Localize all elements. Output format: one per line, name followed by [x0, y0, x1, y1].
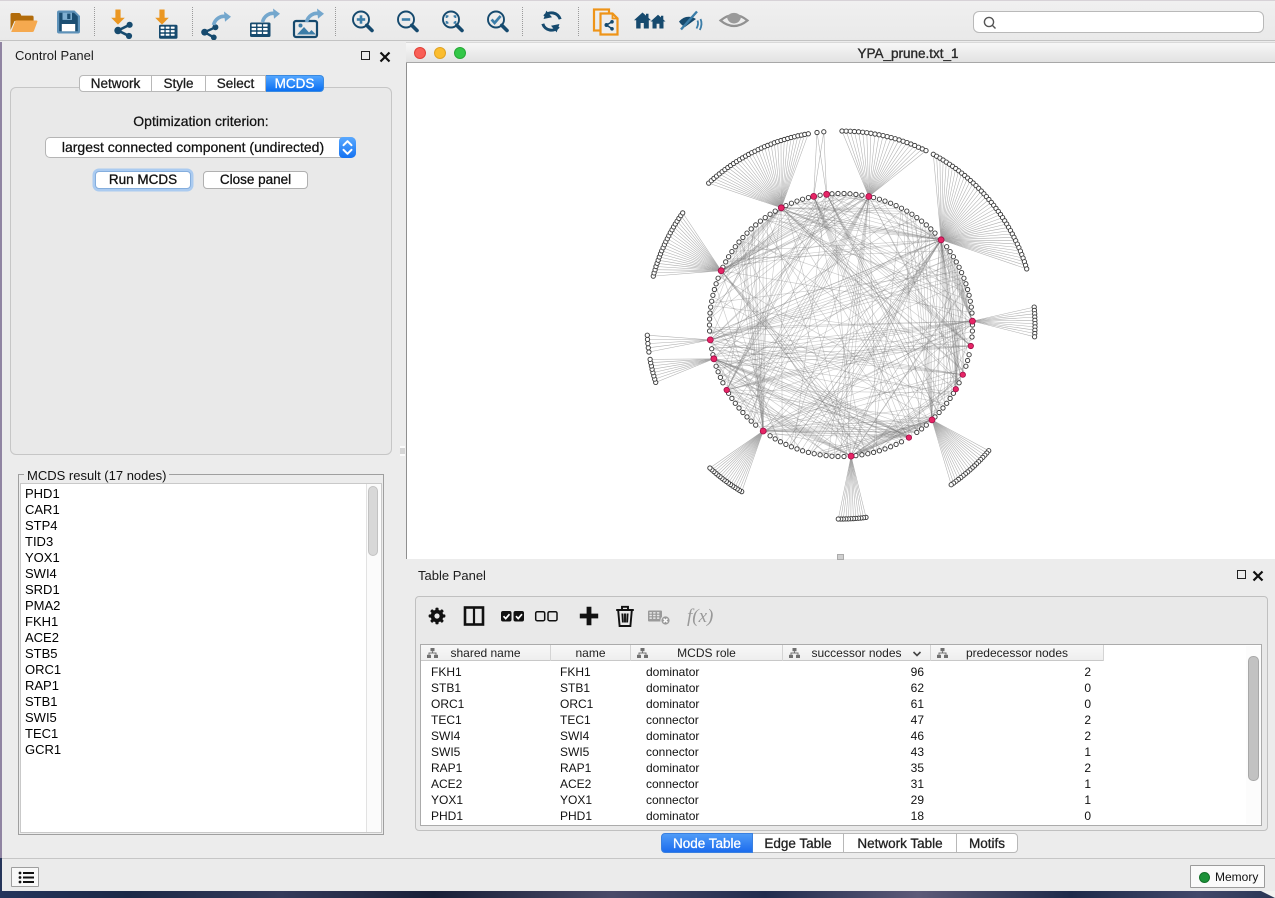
svg-text:f(x): f(x) [687, 606, 713, 627]
